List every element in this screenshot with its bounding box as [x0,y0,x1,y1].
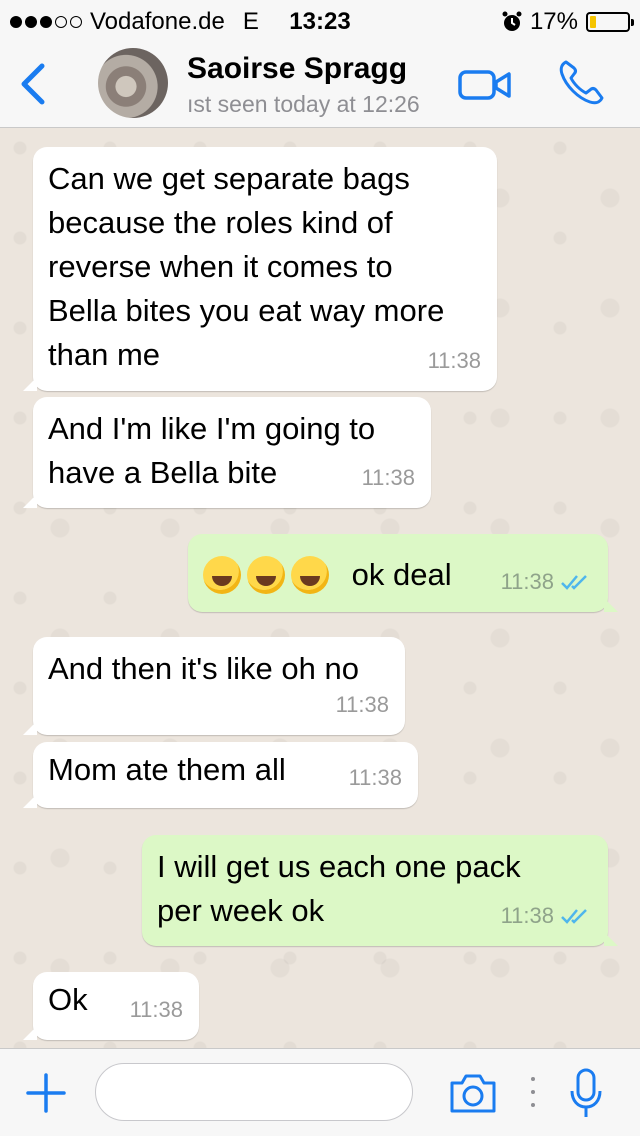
video-camera-icon[interactable] [458,68,512,102]
message-text: And then it's like oh no [48,651,359,686]
message-time: 11:38 [129,997,183,1022]
message-text: And I'm like I'm going to have a Bella b… [48,411,376,490]
message-bubble-incoming[interactable]: Ok 11:38 [23,972,199,1040]
message-time: 11:38 [361,465,415,490]
message-bubble-outgoing[interactable]: ok deal 11:38 [188,534,618,612]
message-bubble-incoming[interactable]: Can we get separate bags because the rol… [23,147,497,391]
message-text: ok deal [203,551,452,597]
status-right: 17% [502,8,634,36]
alarm-clock-icon [502,11,522,31]
input-separator [531,1077,535,1107]
contact-avatar[interactable] [98,48,168,118]
status-left: Vodafone.de E [10,8,259,36]
network-type: E [242,8,259,35]
message-bubble-incoming[interactable]: And I'm like I'm going to have a Bella b… [23,397,431,508]
message-time: 11:38 [500,903,554,928]
message-text: Can we get separate bags because the rol… [48,161,445,372]
message-time: 11:38 [500,569,554,594]
camera-icon[interactable] [448,1071,498,1115]
back-chevron-icon[interactable] [14,60,54,108]
read-receipt-icon [561,575,587,590]
chat-header: Saoirse Spragg ıst seen today at 12:26 [0,40,640,128]
read-receipt-icon [561,909,587,924]
message-time: 11:38 [348,765,402,790]
microphone-icon[interactable] [568,1067,604,1121]
message-text: I will get us each one pack per week ok [157,849,521,928]
message-input-bar [0,1048,640,1136]
message-time: 11:38 [335,692,389,717]
phone-icon[interactable] [556,58,606,108]
carrier-name: Vodafone.de [90,8,225,35]
contact-name[interactable]: Saoirse Spragg [187,52,407,86]
last-seen-status: ıst seen today at 12:26 [187,91,420,117]
battery-percent: 17% [529,8,578,35]
rolling-on-floor-laughing-emoji [247,555,285,594]
message-time: 11:38 [427,348,481,373]
message-text: Mom ate them all [48,752,286,787]
rolling-on-floor-laughing-emoji [291,555,329,594]
signal-strength-icon [10,16,82,28]
message-bubble-incoming[interactable]: Mom ate them all 11:38 [23,742,418,808]
status-bar: Vodafone.de E 13:23 17% [0,0,640,40]
plus-icon[interactable] [26,1073,66,1113]
rolling-on-floor-laughing-emoji [203,555,241,594]
message-text: Ok [48,982,88,1017]
message-bubble-outgoing[interactable]: I will get us each one pack per week ok … [142,835,618,946]
message-list[interactable]: Can we get separate bags because the rol… [0,128,640,1048]
message-input[interactable] [95,1063,413,1121]
battery-icon [586,12,634,32]
message-bubble-incoming[interactable]: And then it's like oh no 11:38 [23,637,405,735]
